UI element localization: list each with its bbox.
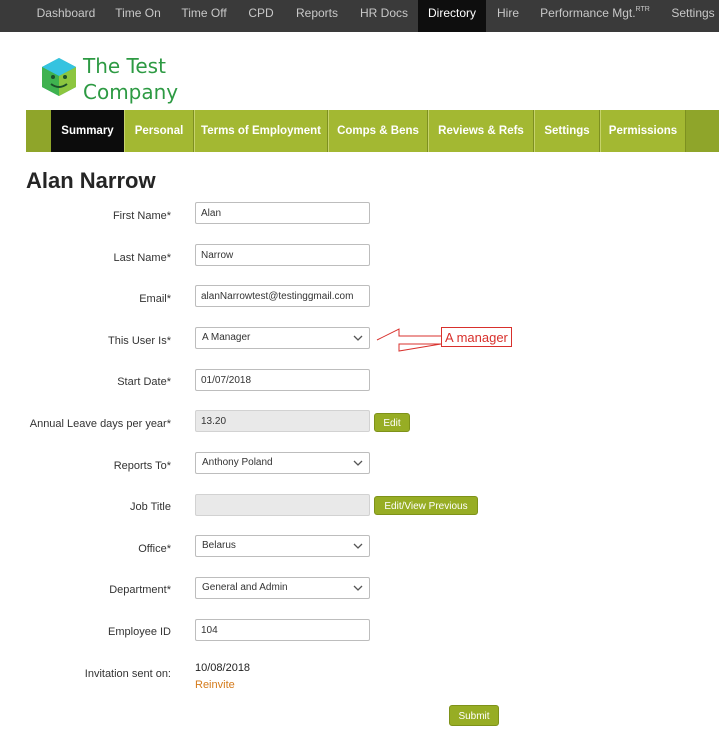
- first-name-input[interactable]: [195, 202, 370, 224]
- tab-settings[interactable]: Settings: [534, 110, 600, 152]
- department-select[interactable]: General and Admin: [195, 577, 370, 599]
- submit-button[interactable]: Submit: [449, 705, 499, 726]
- tab-summary[interactable]: Summary: [51, 110, 124, 152]
- employee-id-label: Employee ID: [108, 626, 171, 638]
- tab-reviews-refs[interactable]: Reviews & Refs: [428, 110, 534, 152]
- tab-terms-of-employment[interactable]: Terms of Employment: [194, 110, 328, 152]
- department-value: General and Admin: [202, 582, 288, 593]
- nav-hire[interactable]: Hire: [486, 0, 530, 32]
- office-value: Belarus: [202, 540, 236, 551]
- nav-performance-label: Performance Mgt.: [540, 6, 636, 20]
- email-label: Email*: [139, 293, 171, 305]
- last-name-input[interactable]: [195, 244, 370, 266]
- chevron-down-icon: [353, 543, 363, 549]
- annotation-arrow-icon: [376, 328, 441, 352]
- company-name-line1: The Test: [83, 54, 166, 78]
- annual-leave-input: [195, 410, 370, 432]
- first-name-label: First Name*: [112, 210, 171, 222]
- tab-permissions[interactable]: Permissions: [600, 110, 686, 152]
- start-date-label: Start Date*: [117, 376, 171, 388]
- reinvite-link[interactable]: Reinvite: [195, 679, 235, 691]
- job-title-label: Job Title: [130, 501, 171, 513]
- edit-view-previous-button[interactable]: Edit/View Previous: [374, 496, 478, 515]
- start-date-input[interactable]: [195, 369, 370, 391]
- nav-cpd[interactable]: CPD: [238, 0, 284, 32]
- department-label: Department*: [109, 584, 171, 596]
- nav-reports[interactable]: Reports: [284, 0, 350, 32]
- company-logo-icon: [42, 58, 76, 96]
- top-nav: Dashboard Time On Time Off CPD Reports H…: [0, 0, 719, 32]
- tab-personal[interactable]: Personal: [124, 110, 194, 152]
- chevron-down-icon: [353, 335, 363, 341]
- profile-tab-bar: Summary Personal Terms of Employment Com…: [26, 110, 719, 152]
- invitation-label: Invitation sent on:: [84, 668, 171, 680]
- office-select[interactable]: Belarus: [195, 535, 370, 557]
- reports-to-value: Anthony Poland: [202, 457, 273, 468]
- chevron-down-icon: [353, 585, 363, 591]
- nav-dashboard[interactable]: Dashboard: [26, 0, 106, 32]
- nav-hr-docs[interactable]: HR Docs: [350, 0, 418, 32]
- annotation-callout: A manager: [441, 327, 512, 347]
- invitation-date: 10/08/2018: [195, 662, 251, 674]
- company-name-line2: Company: [83, 80, 179, 104]
- page-title: Alan Narrow: [26, 168, 156, 193]
- nav-performance[interactable]: Performance Mgt.RTR: [530, 0, 660, 32]
- office-label: Office*: [138, 543, 171, 555]
- user-role-select[interactable]: A Manager: [195, 327, 370, 349]
- company-name: The Test Company: [83, 53, 223, 105]
- tab-comps-bens[interactable]: Comps & Bens: [328, 110, 428, 152]
- job-title-input: [195, 494, 370, 516]
- nav-directory[interactable]: Directory: [418, 0, 486, 32]
- user-role-value: A Manager: [202, 332, 251, 343]
- nav-performance-sup: RTR: [635, 6, 650, 13]
- reports-to-select[interactable]: Anthony Poland: [195, 452, 370, 474]
- user-role-label: This User Is*: [108, 335, 171, 347]
- nav-time-off[interactable]: Time Off: [170, 0, 238, 32]
- edit-leave-button[interactable]: Edit: [374, 413, 410, 432]
- chevron-down-icon: [353, 460, 363, 466]
- email-input[interactable]: [195, 285, 370, 307]
- reports-to-label: Reports To*: [113, 460, 171, 472]
- nav-time-on[interactable]: Time On: [106, 0, 170, 32]
- nav-settings[interactable]: Settings: [660, 0, 719, 32]
- last-name-label: Last Name*: [113, 252, 171, 264]
- annual-leave-label: Annual Leave days per year*: [29, 418, 171, 430]
- employee-id-input[interactable]: [195, 619, 370, 641]
